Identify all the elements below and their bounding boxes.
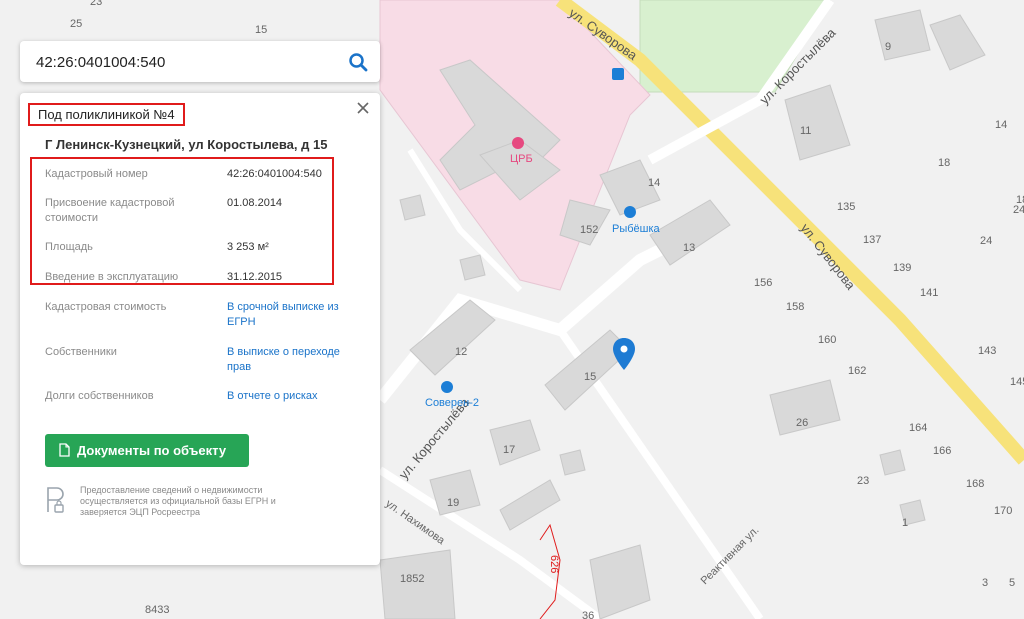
row-label: Присвоение кадастровой стоимости bbox=[45, 197, 175, 224]
row-value: 3 253 м² bbox=[227, 241, 269, 253]
search-icon[interactable] bbox=[348, 52, 368, 72]
object-address: Г Ленинск-Кузнецкий, ул Коростылева, д 1… bbox=[45, 137, 328, 152]
svg-text:1: 1 bbox=[902, 517, 908, 529]
row-label: Кадастровый номер bbox=[45, 168, 148, 180]
svg-text:26: 26 bbox=[796, 417, 808, 429]
svg-text:18: 18 bbox=[1016, 194, 1024, 206]
svg-text:160: 160 bbox=[818, 334, 836, 346]
svg-text:141: 141 bbox=[920, 287, 938, 299]
documents-button-label: Документы по объекту bbox=[77, 443, 227, 458]
svg-text:17: 17 bbox=[503, 444, 515, 456]
registry-disclaimer: Предоставление сведений о недвижимости о… bbox=[80, 485, 276, 517]
svg-text:168: 168 bbox=[966, 478, 984, 490]
document-icon bbox=[59, 443, 70, 457]
svg-text:14: 14 bbox=[648, 177, 660, 189]
svg-text:12: 12 bbox=[455, 346, 467, 358]
shop-icon bbox=[441, 381, 453, 393]
svg-text:23: 23 bbox=[90, 0, 102, 8]
registry-logo-icon bbox=[47, 487, 64, 513]
row-label: Введение в эксплуатацию bbox=[45, 271, 179, 283]
search-input[interactable] bbox=[34, 41, 338, 84]
bus-stop-icon bbox=[612, 68, 624, 80]
svg-text:139: 139 bbox=[893, 262, 911, 274]
svg-text:170: 170 bbox=[994, 505, 1012, 517]
svg-text:19: 19 bbox=[447, 497, 459, 509]
row-label: Собственники bbox=[45, 346, 117, 358]
svg-text:13: 13 bbox=[683, 242, 695, 254]
svg-text:626: 626 bbox=[548, 555, 560, 573]
svg-text:36: 36 bbox=[582, 610, 594, 619]
transfer-extract-link[interactable]: В выписке о переходе прав bbox=[227, 345, 357, 375]
svg-text:3: 3 bbox=[982, 577, 988, 589]
svg-text:143: 143 bbox=[978, 345, 996, 357]
object-title: Под поликлиникой №4 bbox=[28, 103, 185, 126]
svg-text:18: 18 bbox=[938, 157, 950, 169]
row-value: 01.08.2014 bbox=[227, 197, 283, 209]
urgent-extract-link[interactable]: В срочной выписке из ЕГРН bbox=[227, 300, 357, 330]
row-value: 31.12.2015 bbox=[227, 271, 283, 283]
svg-text:15: 15 bbox=[584, 371, 596, 383]
svg-text:5: 5 bbox=[1009, 577, 1015, 589]
svg-text:1852: 1852 bbox=[400, 573, 424, 585]
row-label: Площадь bbox=[45, 241, 93, 253]
svg-text:14: 14 bbox=[995, 119, 1007, 131]
row-value: 42:26:0401004:540 bbox=[227, 168, 322, 180]
svg-text:8433: 8433 bbox=[145, 604, 169, 616]
svg-text:166: 166 bbox=[933, 445, 951, 457]
risk-report-link[interactable]: В отчете о рисках bbox=[227, 389, 357, 404]
svg-text:23: 23 bbox=[857, 475, 869, 487]
svg-text:137: 137 bbox=[863, 234, 881, 246]
documents-button[interactable]: Документы по объекту bbox=[45, 434, 249, 467]
svg-text:145: 145 bbox=[1010, 376, 1024, 388]
svg-text:156: 156 bbox=[754, 277, 772, 289]
row-label: Долги собственников bbox=[45, 390, 154, 402]
svg-text:24: 24 bbox=[980, 235, 992, 247]
close-icon[interactable] bbox=[354, 99, 372, 117]
object-info-card: Под поликлиникой №4 Г Ленинск-Кузнецкий,… bbox=[20, 93, 380, 565]
svg-text:Соверен-2: Соверен-2 bbox=[425, 397, 479, 409]
search-box bbox=[20, 41, 380, 84]
svg-text:11: 11 bbox=[800, 125, 811, 137]
svg-text:15: 15 bbox=[255, 24, 267, 36]
svg-text:158: 158 bbox=[786, 301, 804, 313]
svg-text:162: 162 bbox=[848, 365, 866, 377]
svg-text:Рыбёшка: Рыбёшка bbox=[612, 223, 661, 235]
svg-text:135: 135 bbox=[837, 201, 855, 213]
svg-text:25: 25 bbox=[70, 18, 82, 30]
svg-text:164: 164 bbox=[909, 422, 927, 434]
svg-text:ЦРБ: ЦРБ bbox=[510, 153, 533, 165]
svg-text:9: 9 bbox=[885, 41, 891, 53]
row-label: Кадастровая стоимость bbox=[45, 301, 167, 313]
shop-icon bbox=[624, 206, 636, 218]
hospital-icon bbox=[512, 137, 524, 149]
svg-text:152: 152 bbox=[580, 224, 598, 236]
